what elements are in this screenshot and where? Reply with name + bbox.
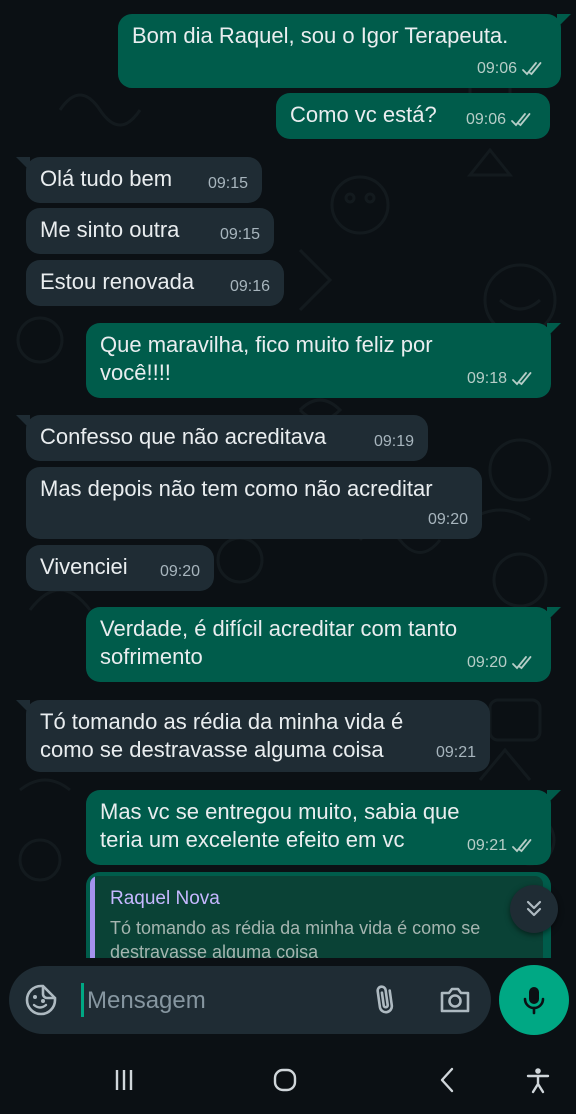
message-composer [9,966,491,1034]
incoming-message[interactable]: Me sinto outra 09:15 [26,208,274,254]
double-check-icon [512,656,532,670]
bubble-tail [547,607,561,621]
incoming-message[interactable]: Estou renovada 09:16 [26,260,284,306]
bubble-tail [16,415,30,429]
camera-button[interactable] [437,982,473,1018]
system-navigation-bar [0,1040,576,1114]
double-check-icon [512,839,532,853]
sticker-emoji-icon [25,984,57,1016]
double-check-icon [512,372,532,386]
incoming-message[interactable]: Confesso que não acreditava 09:19 [16,415,428,461]
outgoing-message[interactable]: Como vc está? 09:06 [276,93,550,139]
bubble-tail [557,14,571,28]
incoming-message[interactable]: Vivenciei 09:20 [26,545,214,591]
quoted-text: Tó tomando as rédia da minha vida é como… [110,918,481,958]
message-meta: 09:15 [220,221,260,249]
message-time: 09:21 [466,837,507,854]
outgoing-message[interactable]: Que maravilha, fico muito feliz por você!… [86,323,561,398]
message-text: Tó tomando as rédia da minha vida é [40,709,404,734]
recent-apps-button[interactable] [106,1062,142,1098]
message-meta: 09:20 [428,506,468,534]
double-check-icon [522,62,542,76]
message-meta: 09:21 [436,739,476,767]
quote-accent-bar [90,876,95,958]
paperclip-icon [376,985,394,1014]
microphone-icon [523,987,545,1015]
message-meta: 09:19 [374,428,414,456]
double-chevron-down-icon [526,900,542,917]
recent-apps-icon [115,1070,133,1090]
message-time: 09:06 [465,111,506,128]
message-meta: 09:20 [467,649,537,677]
message-time: 09:20 [466,654,507,671]
bubble-tail [16,157,30,171]
scroll-to-bottom-button[interactable] [510,885,558,933]
emoji-button[interactable] [23,982,59,1018]
message-time: 09:18 [466,370,507,387]
outgoing-message[interactable]: Bom dia Raquel, sou o Igor Terapeuta. 09:… [118,14,571,88]
chat-area[interactable]: Bom dia Raquel, sou o Igor Terapeuta. 09:… [0,0,576,958]
message-meta: 09:16 [230,273,270,301]
bubble-tail [547,323,561,337]
message-meta: 09:15 [208,170,248,198]
message-text: Verdade, é difícil acreditar com tanto [100,616,458,641]
text-cursor [81,983,84,1017]
outgoing-message[interactable]: Verdade, é difícil acreditar com tanto so… [86,607,561,682]
accessibility-icon [526,1068,550,1094]
message-meta: 09:21 [467,832,537,860]
message-time: 09:06 [476,60,517,77]
message-text: Mas depois não tem como não acreditar [40,476,433,501]
reply-bubble[interactable]: Raquel Nova Tó tomando as rédia da minha… [86,872,551,958]
message-text: Bom dia Raquel, sou o Igor Terapeuta. [132,23,509,48]
message-text: Confesso que não acreditava [40,424,327,449]
incoming-message[interactable]: Mas depois não tem como não acreditar 09:… [26,467,482,539]
message-meta: 09:18 [467,365,537,393]
message-time: 09:21 [435,744,476,761]
quoted-message[interactable]: Raquel Nova Tó tomando as rédia da minha… [90,876,543,958]
double-check-icon [511,113,531,127]
incoming-message[interactable]: Olá tudo bem 09:15 [16,157,262,203]
bubble-tail [16,700,30,714]
outgoing-message[interactable]: Mas vc se entregou muito, sabia que teria… [86,790,561,865]
attach-button[interactable] [369,982,405,1018]
home-button[interactable] [267,1062,303,1098]
message-text: Mas vc se entregou muito, sabia que [100,799,460,824]
incoming-message[interactable]: Tó tomando as rédia da minha vida é como … [16,700,490,772]
accessibility-button[interactable] [520,1062,556,1098]
message-time: 09:19 [373,433,414,450]
message-meta: 09:06 [466,106,536,134]
camera-icon [440,987,470,1013]
message-text: Que maravilha, fico muito feliz por [100,332,433,357]
home-icon [273,1068,297,1092]
message-meta: 09:06 [477,55,547,83]
quoted-author: Raquel Nova [110,888,220,909]
back-icon [440,1067,454,1093]
message-meta: 09:20 [160,558,200,586]
message-time: 09:16 [229,278,270,295]
message-time: 09:15 [207,175,248,192]
voice-message-button[interactable] [499,965,569,1035]
message-time: 09:15 [219,226,260,243]
back-button[interactable] [430,1062,466,1098]
message-text: como se destravasse alguma coisa [40,737,384,762]
bubble-tail [547,790,561,804]
message-input[interactable] [85,980,359,1022]
message-time: 09:20 [427,511,468,528]
message-time: 09:20 [159,563,200,580]
